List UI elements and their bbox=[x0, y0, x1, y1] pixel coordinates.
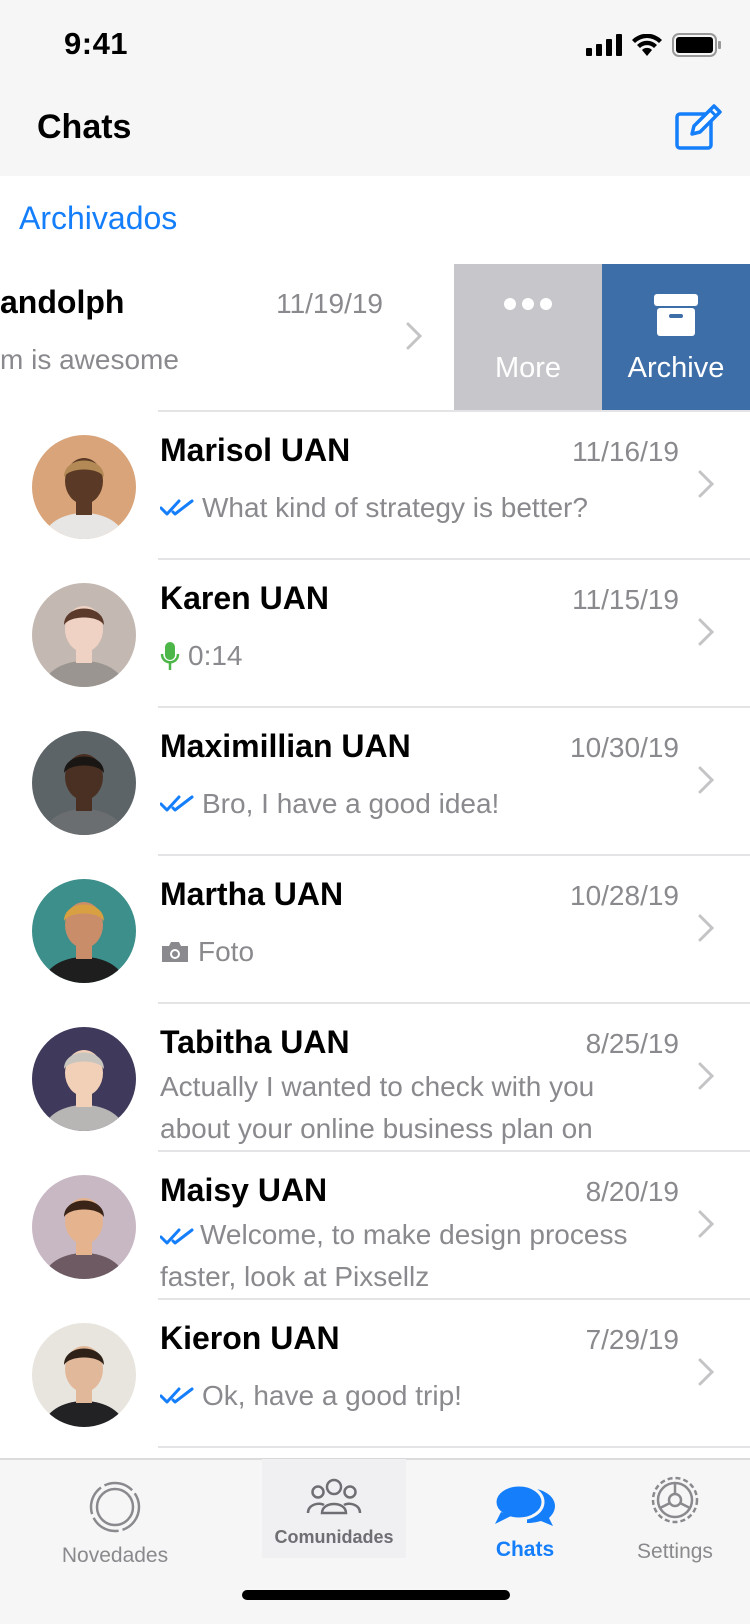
avatar bbox=[32, 435, 136, 539]
chat-name: Martha UAN bbox=[160, 876, 344, 912]
divider bbox=[158, 1446, 750, 1448]
read-ticks-icon bbox=[160, 1387, 194, 1404]
chevron-right-icon bbox=[698, 618, 714, 646]
chat-date: 10/28/19 bbox=[570, 880, 679, 911]
chat-list: andolph 11/19/19 m is awesome More Archi… bbox=[0, 264, 750, 1448]
chat-date: 10/30/19 bbox=[570, 732, 679, 763]
chat-date: 8/25/19 bbox=[585, 1028, 679, 1059]
read-ticks-icon bbox=[160, 1228, 194, 1245]
nav-bar: Chats bbox=[0, 90, 750, 176]
chat-preview: What kind of strategy is better? bbox=[160, 492, 670, 524]
more-dots-icon bbox=[504, 298, 552, 310]
chat-date: 11/16/19 bbox=[572, 436, 679, 467]
more-button[interactable]: More bbox=[454, 264, 602, 412]
tab-label: Comunidades bbox=[274, 1527, 394, 1547]
chevron-right-icon bbox=[698, 766, 714, 794]
read-ticks-icon bbox=[160, 795, 194, 812]
battery-icon bbox=[672, 33, 721, 57]
chat-preview: Ok, have a good trip! bbox=[160, 1380, 670, 1412]
chat-date: 11/15/19 bbox=[572, 584, 679, 615]
camera-icon bbox=[162, 942, 188, 962]
chevron-right-icon bbox=[698, 1210, 714, 1238]
chat-preview: m is awesome bbox=[0, 344, 179, 375]
status-time: 9:41 bbox=[64, 26, 129, 61]
cellular-signal-icon bbox=[586, 34, 622, 56]
avatar bbox=[32, 1027, 136, 1131]
chat-row[interactable]: Maximillian UAN 10/30/19 Bro, I have a goo… bbox=[0, 708, 750, 856]
avatar bbox=[32, 879, 136, 983]
chat-name: Tabitha UAN bbox=[160, 1024, 350, 1060]
chat-preview: 0:14 bbox=[160, 640, 670, 672]
chat-date: 11/19/19 bbox=[276, 288, 383, 319]
chat-name: Maisy UAN bbox=[160, 1172, 328, 1208]
chevron-right-icon bbox=[698, 470, 714, 498]
chat-name: Kieron UAN bbox=[160, 1320, 340, 1356]
avatar bbox=[32, 731, 136, 835]
chat-name: Maximillian UAN bbox=[160, 728, 411, 764]
avatar bbox=[32, 1323, 136, 1427]
compose-icon[interactable] bbox=[674, 104, 722, 152]
chat-name: andolph bbox=[0, 284, 125, 320]
chat-date: 8/20/19 bbox=[585, 1176, 679, 1207]
archive-box-icon bbox=[654, 294, 698, 336]
status-icon bbox=[89, 1481, 141, 1533]
chat-preview: Bro, I have a good idea! bbox=[160, 788, 670, 820]
chevron-right-icon bbox=[406, 322, 422, 350]
chat-name: Marisol UAN bbox=[160, 432, 351, 468]
archived-link[interactable]: Archivados bbox=[19, 200, 177, 237]
tab-comunidades[interactable]: Comunidades bbox=[262, 1458, 406, 1558]
more-label: More bbox=[494, 352, 562, 384]
chat-preview: Foto bbox=[160, 936, 670, 968]
home-indicator bbox=[242, 1590, 510, 1600]
chat-row[interactable]: Martha UAN 10/28/19 Foto bbox=[0, 856, 750, 1004]
chat-preview: Welcome, to make design process faster, … bbox=[160, 1219, 628, 1292]
avatar bbox=[32, 583, 136, 687]
read-ticks-icon bbox=[160, 499, 194, 516]
archive-label: Archive bbox=[627, 352, 725, 384]
tab-label: Chats bbox=[495, 1538, 555, 1561]
microphone-icon bbox=[160, 642, 180, 670]
chevron-right-icon bbox=[698, 914, 714, 942]
tab-label: Novedades bbox=[61, 1544, 169, 1567]
chat-row[interactable]: Marisol UAN 11/16/19 What kind of strategy… bbox=[0, 412, 750, 560]
chat-preview: Actually I wanted to check with you abou… bbox=[160, 1071, 595, 1144]
wifi-icon bbox=[632, 34, 662, 56]
chat-date: 7/29/19 bbox=[585, 1324, 679, 1355]
tab-label: Settings bbox=[637, 1540, 713, 1563]
chevron-right-icon bbox=[698, 1062, 714, 1090]
status-bar: 9:41 bbox=[0, 0, 750, 90]
avatar bbox=[32, 1175, 136, 1279]
chat-row[interactable]: Karen UAN 11/15/19 0:14 bbox=[0, 560, 750, 708]
gear-icon bbox=[651, 1476, 699, 1524]
page-title: Chats bbox=[37, 108, 132, 146]
chevron-right-icon bbox=[698, 1358, 714, 1386]
chat-row[interactable]: Maisy UAN 8/20/19 Welcome, to make design … bbox=[0, 1152, 750, 1300]
chat-name: Karen UAN bbox=[160, 580, 329, 616]
chat-row[interactable]: Tabitha UAN 8/25/19 Actually I wanted to c… bbox=[0, 1004, 750, 1152]
swiped-row-content[interactable]: andolph 11/19/19 m is awesome bbox=[0, 264, 454, 412]
archive-button[interactable]: Archive bbox=[602, 264, 750, 412]
chats-icon bbox=[493, 1483, 555, 1526]
chat-row-swiped[interactable]: andolph 11/19/19 m is awesome More Archi… bbox=[0, 264, 750, 412]
status-icons bbox=[586, 33, 722, 57]
chat-row[interactable]: Kieron UAN 7/29/19 Ok, have a good trip! bbox=[0, 1300, 750, 1448]
communities-icon bbox=[306, 1478, 362, 1515]
